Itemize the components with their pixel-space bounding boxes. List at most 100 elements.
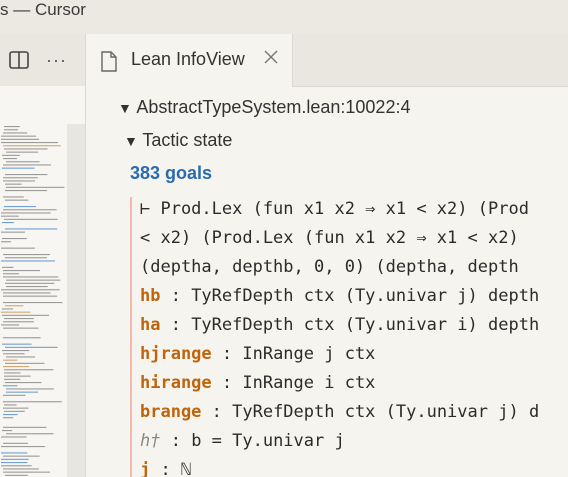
- minimap-line: [3, 417, 14, 419]
- minimap-line: [3, 337, 41, 339]
- minimap-line: [2, 350, 30, 352]
- hypothesis-row[interactable]: hjrange : InRange j ctx: [140, 344, 375, 364]
- minimap-line: [3, 407, 29, 409]
- minimap-line: [6, 279, 61, 281]
- hypothesis-row[interactable]: brange : TyRefDepth ctx (Ty.univar j) d: [140, 402, 539, 422]
- minimap-line: [1, 212, 51, 214]
- minimap-line: [3, 132, 28, 134]
- hypothesis-type: : InRange j ctx: [211, 344, 376, 364]
- minimap-line: [3, 385, 18, 387]
- tab-lean-infoview[interactable]: Lean InfoView: [85, 34, 293, 87]
- minimap-line: [4, 126, 20, 128]
- minimap-line: [5, 199, 29, 201]
- hypothesis-name: ha: [140, 315, 161, 335]
- minimap-line: [5, 474, 28, 476]
- minimap-line: [1, 311, 31, 313]
- minimap-line: [1, 135, 36, 137]
- minimap-line: [1, 215, 19, 217]
- minimap-line: [6, 433, 54, 435]
- hypothesis-row[interactable]: ha : TyRefDepth ctx (Ty.univar i) depth: [140, 315, 539, 335]
- minimap-line: [4, 206, 37, 208]
- minimap-line: [5, 174, 48, 176]
- minimap-line: [4, 369, 54, 371]
- minimap-line: [4, 318, 34, 320]
- hypothesis-row[interactable]: h† : b = Ty.univar j: [140, 431, 345, 451]
- minimap-line: [2, 343, 32, 345]
- more-actions-icon[interactable]: ···: [46, 50, 67, 70]
- minimap-line: [1, 458, 29, 460]
- minimap-line: [3, 442, 28, 444]
- minimap-line: [5, 305, 24, 307]
- minimap-line: [3, 366, 30, 368]
- minimap-line: [3, 292, 51, 294]
- editor-actions: ···: [0, 34, 84, 86]
- minimap-line: [3, 177, 38, 179]
- infoview-panel: ▼ AbstractTypeSystem.lean:10022:4 ▼ Tact…: [86, 87, 568, 477]
- minimap-line: [5, 382, 42, 384]
- minimap-line: [2, 266, 14, 268]
- goal-block: ⊢ Prod.Lex (fun x1 x2 ⇒ x1 < x2) (Prod <…: [130, 197, 568, 477]
- minimap-line: [6, 161, 40, 163]
- file-icon: [101, 51, 117, 72]
- minimap-line: [1, 324, 20, 326]
- minimap-line: [3, 455, 40, 457]
- hypothesis-row[interactable]: j : ℕ: [140, 460, 191, 477]
- minimap-line: [3, 394, 26, 396]
- close-icon[interactable]: [263, 49, 279, 65]
- minimap-line: [1, 142, 58, 144]
- minimap-line: [4, 375, 31, 377]
- minimap-line: [3, 359, 18, 361]
- tactic-state-header[interactable]: ▼ Tactic state: [124, 130, 232, 151]
- minimap-line: [2, 222, 14, 224]
- minimap-line: [6, 356, 36, 358]
- goal-line[interactable]: ⊢ Prod.Lex (fun x1 x2 ⇒ x1 < x2) (Prod: [140, 199, 529, 219]
- minimap-line: [2, 430, 13, 432]
- minimap-line: [1, 436, 27, 438]
- minimap-line: [5, 183, 22, 185]
- goal-line[interactable]: (deptha, depthb, 0, 0) (deptha, depth: [140, 257, 519, 277]
- minimap-line: [3, 414, 18, 416]
- hypothesis-type: : ℕ: [150, 460, 192, 477]
- minimap-line: [5, 257, 47, 259]
- hypothesis-name: hb: [140, 286, 161, 306]
- minimap-line: [3, 164, 51, 166]
- minimap-line: [1, 231, 25, 233]
- minimap-line: [5, 346, 58, 348]
- goals-count: 383 goals: [130, 163, 213, 183]
- minimap-line: [3, 426, 47, 428]
- minimap-line: [5, 228, 58, 230]
- minimap-line: [3, 276, 59, 278]
- minimap-line: [1, 260, 56, 262]
- collapse-triangle-icon: ▼: [118, 100, 132, 116]
- minimap-line: [1, 247, 35, 249]
- window-title: s — Cursor: [0, 0, 86, 19]
- minimap-line: [1, 446, 46, 448]
- location-header[interactable]: ▼ AbstractTypeSystem.lean:10022:4: [118, 97, 410, 118]
- minimap-line: [6, 388, 54, 390]
- minimap-scrollbar[interactable]: [67, 124, 85, 477]
- minimap-line: [3, 327, 39, 329]
- hypothesis-type: : TyRefDepth ctx (Ty.univar j) d: [201, 402, 540, 422]
- minimap-line: [3, 273, 20, 275]
- minimap-line: [3, 158, 17, 160]
- minimap-line: [2, 154, 20, 156]
- minimap-line: [3, 353, 25, 355]
- minimap-line: [3, 471, 50, 473]
- location-label: AbstractTypeSystem.lean:10022:4: [136, 97, 411, 117]
- minimap-line: [1, 462, 28, 464]
- tactic-state-label: Tactic state: [142, 130, 233, 150]
- minimap-line: [2, 314, 49, 316]
- minimap-line: [4, 129, 18, 131]
- hypothesis-name: hjrange: [140, 344, 212, 364]
- hypothesis-row[interactable]: hb : TyRefDepth ctx (Ty.univar j) depth: [140, 286, 539, 306]
- minimap-line: [6, 186, 65, 188]
- minimap-code-preview: [1, 126, 65, 476]
- minimap[interactable]: [0, 86, 86, 477]
- minimap-line: [3, 302, 63, 304]
- split-editor-icon[interactable]: [9, 50, 29, 70]
- minimap-line: [1, 465, 32, 467]
- hypothesis-row[interactable]: hirange : InRange i ctx: [140, 373, 375, 393]
- minimap-line: [4, 404, 17, 406]
- goal-line[interactable]: < x2) (Prod.Lex (fun x1 x2 ⇒ x1 < x2): [140, 228, 519, 248]
- hypothesis-name: hirange: [140, 373, 212, 393]
